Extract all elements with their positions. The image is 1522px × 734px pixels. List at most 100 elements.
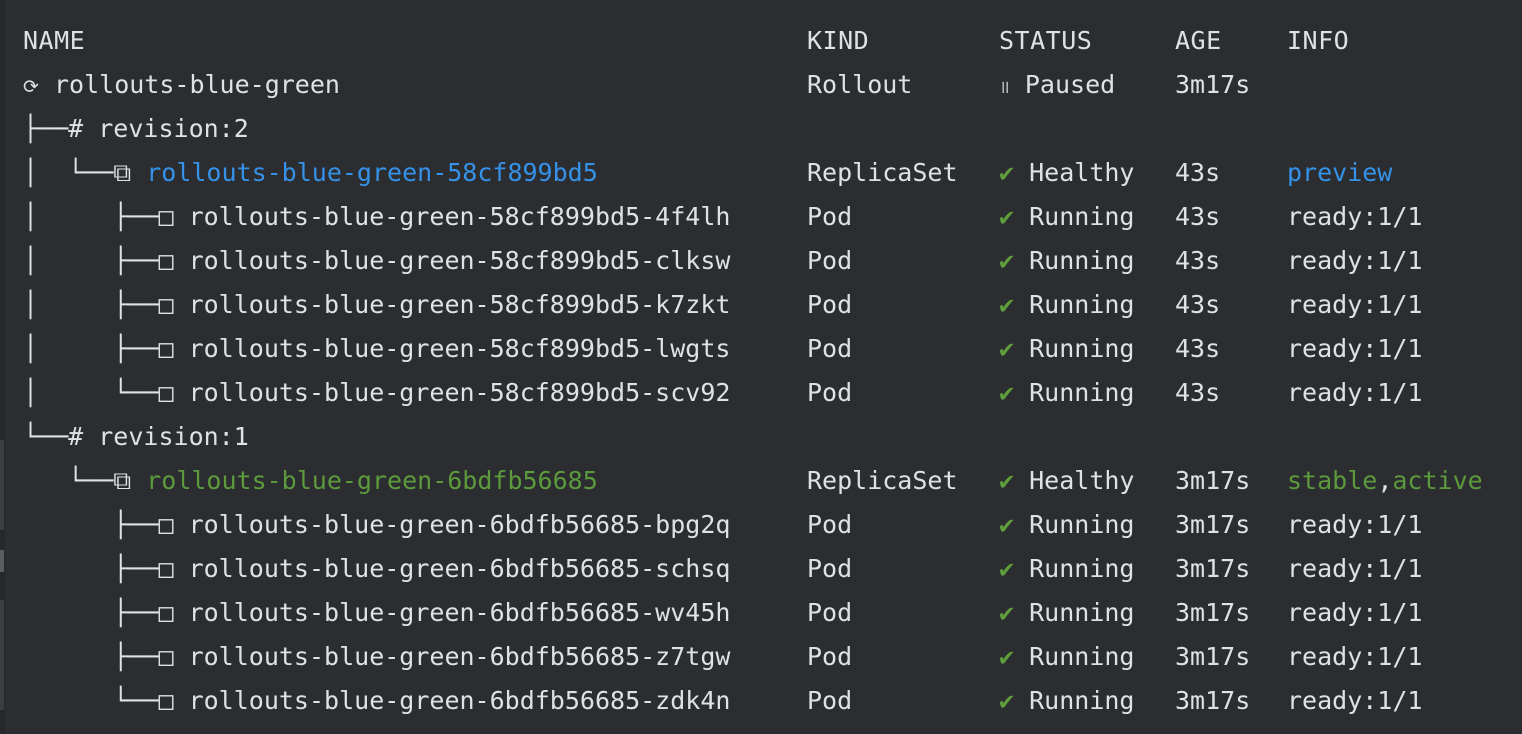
pod-info: ready:1/1 xyxy=(1287,554,1423,583)
pod-row[interactable]: │ ├──□ rollouts-blue-green-58cf899bd5-4f… xyxy=(0,195,1522,239)
rollout-age: 3m17s xyxy=(1175,70,1251,99)
pod-age: 3m17s xyxy=(1175,642,1251,671)
replicaset-age: 43s xyxy=(1175,158,1221,187)
replicaset-kind: ReplicaSet xyxy=(807,466,958,495)
pod-name: rollouts-blue-green-58cf899bd5-lwgts xyxy=(188,334,731,363)
revision-row[interactable]: ├──# revision:2 xyxy=(0,107,1522,151)
pod-age: 43s xyxy=(1175,202,1221,231)
pod-status-cell: ✔ Running xyxy=(999,371,1134,415)
check-icon: ✔ xyxy=(999,466,1015,495)
replicaset-name-cell: └──⧉ rollouts-blue-green-6bdfb56685 xyxy=(23,459,598,503)
pod-icon: ├──□ xyxy=(23,554,189,583)
pod-status-cell: ✔ Running xyxy=(999,547,1134,591)
pause-icon: ॥ xyxy=(999,77,1010,98)
pod-row[interactable]: │ ├──□ rollouts-blue-green-58cf899bd5-k7… xyxy=(0,283,1522,327)
pod-name-cell: │ ├──□ rollouts-blue-green-58cf899bd5-k7… xyxy=(23,283,730,327)
pod-row[interactable]: │ ├──□ rollouts-blue-green-58cf899bd5-cl… xyxy=(0,239,1522,283)
pod-name: rollouts-blue-green-58cf899bd5-scv92 xyxy=(188,378,731,407)
pod-age: 43s xyxy=(1175,334,1221,363)
check-icon: ✔ xyxy=(999,290,1015,319)
pod-status-cell: ✔ Running xyxy=(999,591,1134,635)
pod-status-cell: ✔ Running xyxy=(999,239,1134,283)
pod-kind: Pod xyxy=(807,554,853,583)
check-icon: ✔ xyxy=(999,598,1015,627)
pod-row[interactable]: ├──□ rollouts-blue-green-6bdfb56685-bpg2… xyxy=(0,503,1522,547)
pod-name: rollouts-blue-green-6bdfb56685-wv45h xyxy=(188,598,731,627)
revision-cell: └──# revision:1 xyxy=(23,415,249,459)
pod-name-cell: ├──□ rollouts-blue-green-6bdfb56685-schs… xyxy=(23,547,730,591)
pod-row[interactable]: ├──□ rollouts-blue-green-6bdfb56685-z7tg… xyxy=(0,635,1522,679)
pod-status: Running xyxy=(1029,642,1135,671)
replicaset-status-cell: ✔ Healthy xyxy=(999,459,1134,503)
replicaset-info: stable,active xyxy=(1287,459,1483,503)
column-header-age: AGE xyxy=(1175,26,1222,55)
pod-status: Running xyxy=(1029,334,1135,363)
pod-row[interactable]: ├──□ rollouts-blue-green-6bdfb56685-schs… xyxy=(0,547,1522,591)
pod-status: Running xyxy=(1029,598,1135,627)
pod-kind: Pod xyxy=(807,510,853,539)
pod-status: Running xyxy=(1029,554,1135,583)
rollout-kind: Rollout xyxy=(807,70,913,99)
pod-icon: ├──□ xyxy=(23,598,189,627)
column-header-kind: KIND xyxy=(807,26,870,55)
pod-name-cell: └──□ rollouts-blue-green-6bdfb56685-zdk4… xyxy=(23,679,730,723)
pod-icon: └──□ xyxy=(23,686,189,715)
pod-icon: ├──□ xyxy=(23,642,189,671)
revision-row[interactable]: └──# revision:1 xyxy=(0,415,1522,459)
replicaset-row[interactable]: └──⧉ rollouts-blue-green-6bdfb56685 Repl… xyxy=(0,459,1522,503)
pod-icon: │ ├──□ xyxy=(23,290,189,319)
pod-age: 3m17s xyxy=(1175,598,1251,627)
pod-info: ready:1/1 xyxy=(1287,378,1423,407)
pod-kind: Pod xyxy=(807,290,853,319)
revision-cell: ├──# revision:2 xyxy=(23,107,249,151)
pod-kind: Pod xyxy=(807,378,853,407)
rollout-status: Paused xyxy=(1024,70,1116,99)
pod-name-cell: │ ├──□ rollouts-blue-green-58cf899bd5-lw… xyxy=(23,327,730,371)
pod-kind: Pod xyxy=(807,598,853,627)
pod-row[interactable]: │ └──□ rollouts-blue-green-58cf899bd5-sc… xyxy=(0,371,1522,415)
replicaset-name-cell: │ └──⧉ rollouts-blue-green-58cf899bd5 xyxy=(23,151,598,195)
pod-info: ready:1/1 xyxy=(1287,246,1423,275)
pod-name: rollouts-blue-green-58cf899bd5-clksw xyxy=(188,246,731,275)
pod-name: rollouts-blue-green-6bdfb56685-zdk4n xyxy=(188,686,731,715)
check-icon: ✔ xyxy=(999,554,1015,583)
pod-icon: │ ├──□ xyxy=(23,202,189,231)
rollout-row[interactable]: ⟳ rollouts-blue-green Rollout ॥ Paused 3… xyxy=(0,63,1522,107)
check-icon: ✔ xyxy=(999,334,1015,363)
pod-info: ready:1/1 xyxy=(1287,642,1423,671)
info-separator: , xyxy=(1377,466,1393,495)
replicaset-info: preview xyxy=(1287,158,1393,187)
pod-name: rollouts-blue-green-6bdfb56685-bpg2q xyxy=(188,510,731,539)
pod-row[interactable]: │ ├──□ rollouts-blue-green-58cf899bd5-lw… xyxy=(0,327,1522,371)
pod-icon: │ └──□ xyxy=(23,378,189,407)
header-row: NAME KIND STATUS AGE INFO xyxy=(0,19,1522,63)
pod-info: ready:1/1 xyxy=(1287,290,1423,319)
replicaset-icon: └──⧉ xyxy=(23,466,147,495)
pod-info: ready:1/1 xyxy=(1287,510,1423,539)
pod-icon: │ ├──□ xyxy=(23,246,189,275)
check-icon: ✔ xyxy=(999,686,1015,715)
pod-kind: Pod xyxy=(807,686,853,715)
pod-kind: Pod xyxy=(807,246,853,275)
tree-branch: ├── xyxy=(23,114,69,143)
replicaset-icon: │ └──⧉ xyxy=(23,158,147,187)
pod-name-cell: ├──□ rollouts-blue-green-6bdfb56685-z7tg… xyxy=(23,635,730,679)
pod-status-cell: ✔ Running xyxy=(999,195,1134,239)
pod-row[interactable]: ├──□ rollouts-blue-green-6bdfb56685-wv45… xyxy=(0,591,1522,635)
pod-row[interactable]: └──□ rollouts-blue-green-6bdfb56685-zdk4… xyxy=(0,679,1522,723)
tree-branch: └── xyxy=(23,422,69,451)
replicaset-name: rollouts-blue-green-58cf899bd5 xyxy=(146,158,598,187)
check-icon: ✔ xyxy=(999,158,1015,187)
replicaset-status: Healthy xyxy=(1029,158,1135,187)
pod-info: ready:1/1 xyxy=(1287,686,1423,715)
pod-kind: Pod xyxy=(807,642,853,671)
replicaset-row[interactable]: │ └──⧉ rollouts-blue-green-58cf899bd5 Re… xyxy=(0,151,1522,195)
pod-status: Running xyxy=(1029,378,1135,407)
pod-status: Running xyxy=(1029,510,1135,539)
pod-name-cell: ├──□ rollouts-blue-green-6bdfb56685-wv45… xyxy=(23,591,730,635)
revision-label: # revision:1 xyxy=(68,422,249,451)
pod-status: Running xyxy=(1029,202,1135,231)
terminal-output[interactable]: NAME KIND STATUS AGE INFO ⟳ rollouts-blu… xyxy=(0,0,1522,734)
pod-info: ready:1/1 xyxy=(1287,334,1423,363)
column-header-status: STATUS xyxy=(999,26,1093,55)
